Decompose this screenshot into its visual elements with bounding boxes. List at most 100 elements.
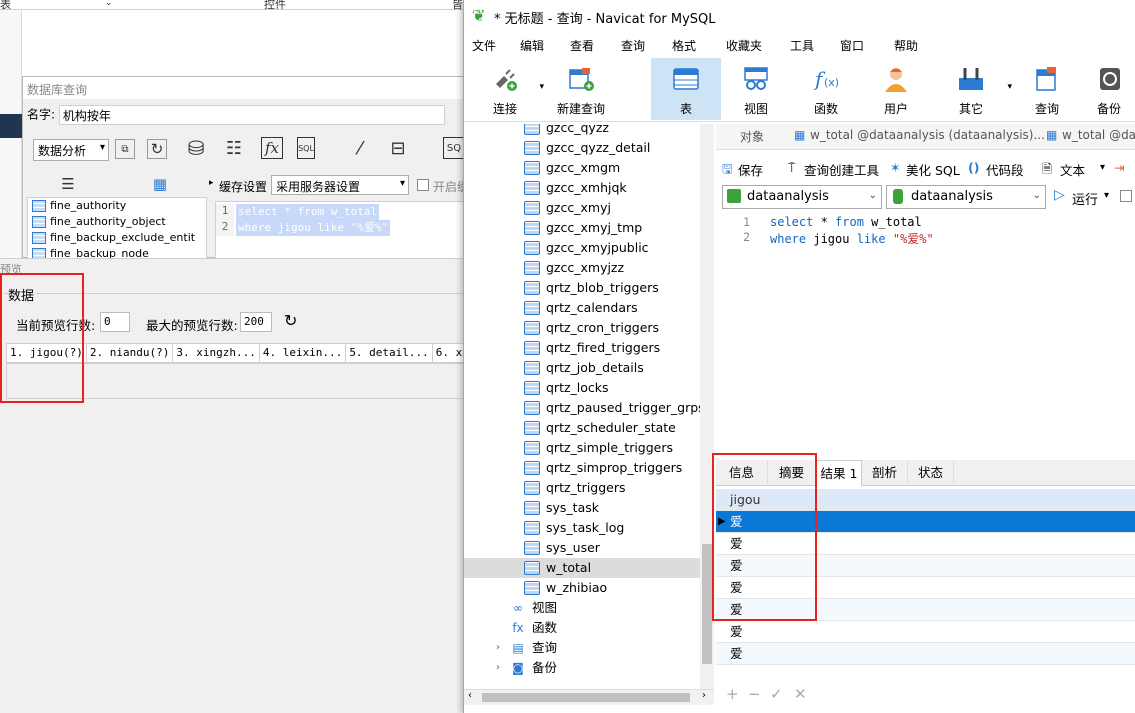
menu-window[interactable]: 窗口 [840,37,864,54]
run-button[interactable]: 运行 [1072,189,1098,208]
column-header[interactable]: 5. detail... [346,344,433,362]
tab-objects[interactable]: 对象 [740,128,764,145]
magic-wand-icon[interactable]: ⁄ [349,137,371,159]
delete-row-button[interactable]: − [748,685,761,703]
formula-icon[interactable]: fx [261,137,283,159]
tree-item-table[interactable]: sys_user [464,538,700,558]
tree-item-table[interactable]: gzcc_xmyj [464,198,700,218]
tree-item-table[interactable]: qrtz_fired_triggers [464,338,700,358]
chevron-down-icon[interactable]: ▾ [539,82,544,92]
tree-group[interactable]: › ▤ 查询 [464,638,700,658]
menu-file[interactable]: 文件 [472,37,496,54]
chevron-left-icon[interactable]: ‹ [468,690,472,701]
tab-w-total-1[interactable]: w_total @dataanalysis (dataanalysis)... [810,128,1045,142]
cache-checkbox[interactable] [417,179,429,191]
code-snippet-icon[interactable]: () [968,160,979,175]
name-input[interactable]: 机构按年 [58,105,445,125]
run-icon[interactable]: ▷ [1054,187,1065,203]
connect-button[interactable]: 连接 ▾ [470,58,544,120]
list-item[interactable]: fine_authority_object [28,214,206,230]
tree-item-table[interactable]: w_total [464,558,700,578]
sql-editor[interactable]: 1 select * from w_total 2 where jigou li… [716,212,1135,452]
tree-group[interactable]: › ◙ 备份 [464,658,700,678]
table-button[interactable]: 表 [651,58,721,120]
tree-item-table[interactable]: gzcc_xmyjzz [464,258,700,278]
tree-group[interactable]: ∞ 视图 [464,598,700,618]
text-icon[interactable]: 🗎 [1042,160,1052,181]
menu-tools[interactable]: 工具 [790,37,814,54]
tree-item-table[interactable]: sys_task [464,498,700,518]
menu-view[interactable]: 查看 [570,37,594,54]
tab-w-total-2[interactable]: w_total @dat [1062,128,1135,142]
chevron-down-icon[interactable]: ▾ [1104,190,1109,201]
user-button[interactable]: 用户 [861,58,931,120]
tree-item-table[interactable]: qrtz_paused_trigger_grps [464,398,705,418]
column-layout-icon[interactable]: ⊟ [387,137,409,159]
tree-item-table[interactable]: w_zhibiao [464,578,700,598]
export-icon[interactable]: ⇥ [1114,160,1124,175]
tree-item-table[interactable]: gzcc_xmyjpublic [464,238,700,258]
function-button[interactable]: f (x) 函数 [791,58,861,120]
menu-favorites[interactable]: 收藏夹 [726,37,762,54]
tree-item-table[interactable]: qrtz_scheduler_state [464,418,700,438]
menu-help[interactable]: 帮助 [894,37,918,54]
list-icon[interactable]: ☰ [57,173,79,195]
backup-button[interactable]: 备份 [1082,58,1135,120]
tree-item-table[interactable]: gzcc_xmgm [464,158,700,178]
list-item[interactable]: fine_authority [28,198,206,214]
column-header[interactable]: 6. xiaoji(?) [433,344,463,362]
tree-item-table[interactable]: gzcc_xmyj_tmp [464,218,700,238]
current-rows-input[interactable]: 0 [100,312,130,332]
discard-button[interactable]: ✕ [794,685,807,703]
database-sql-icon[interactable]: ⛁ [185,136,207,160]
beautify-icon[interactable]: ✶ [890,160,900,175]
sliders-icon[interactable]: ☷ [223,137,245,159]
menu-edit[interactable]: 编辑 [520,37,544,54]
sql-icon[interactable]: SQ [443,137,465,159]
view-button[interactable]: 视图 [721,58,791,120]
column-header[interactable]: 3. xingzh... [173,344,260,362]
tree-item-table[interactable]: sys_task_log [464,518,700,538]
table-row[interactable]: 爱 [716,643,1135,665]
query-button[interactable]: 查询 [1012,58,1082,120]
tree-item-table[interactable]: qrtz_locks [464,378,700,398]
tree-item-table[interactable]: gzcc_qyzz [464,124,700,138]
tree-item-table[interactable]: qrtz_simple_triggers [464,438,700,458]
add-row-button[interactable]: + [726,685,739,703]
new-query-button[interactable]: 新建查询 [546,58,616,120]
refresh-icon[interactable]: ↻ [147,139,167,159]
list-item[interactable]: fine_backup_exclude_entit [28,230,206,246]
analysis-combo[interactable]: 数据分析 ▾ [33,139,109,161]
tree-item-table[interactable]: qrtz_cron_triggers [464,318,700,338]
refresh-icon[interactable]: ↻ [284,311,297,330]
beautify-sql-button[interactable]: 美化 SQL [906,160,960,179]
query-builder-button[interactable]: 查询创建工具 [804,160,879,179]
tab-status[interactable]: 状态 [908,460,954,486]
save-icon[interactable]: 🖫 [722,160,733,181]
tree-item-table[interactable]: qrtz_calendars [464,298,700,318]
save-button[interactable]: 保存 [738,160,763,179]
tree-item-table[interactable]: qrtz_blob_triggers [464,278,700,298]
scrollbar-thumb[interactable] [482,693,690,702]
menu-format[interactable]: 格式 [672,37,696,54]
chevron-right-icon[interactable]: › [702,690,706,701]
database-select[interactable]: dataanalysis ⌄ [886,185,1046,209]
tree-item-table[interactable]: qrtz_job_details [464,358,700,378]
tab-result-1[interactable]: 结果 1 [816,460,862,486]
chevron-right-icon[interactable]: › [496,658,500,678]
apply-button[interactable]: ✓ [770,685,783,703]
sql-file-icon[interactable]: SQL [297,137,315,159]
tab-profile[interactable]: 剖析 [862,460,908,486]
tree-item-table[interactable]: qrtz_triggers [464,478,700,498]
code-snippet-button[interactable]: 代码段 [986,160,1024,179]
max-rows-input[interactable]: 200 [240,312,272,332]
table-icon[interactable]: ▦ [149,173,171,195]
tree-item-table[interactable]: qrtz_simprop_triggers [464,458,700,478]
column-header[interactable]: 4. leixin... [260,344,347,362]
text-button[interactable]: 文本 [1060,160,1085,179]
option-checkbox[interactable] [1120,190,1132,202]
tree-item-table[interactable]: gzcc_qyzz_detail [464,138,700,158]
menu-query[interactable]: 查询 [621,37,645,54]
scrollbar-thumb[interactable] [702,544,712,664]
tree-group[interactable]: fx 函数 [464,618,700,638]
